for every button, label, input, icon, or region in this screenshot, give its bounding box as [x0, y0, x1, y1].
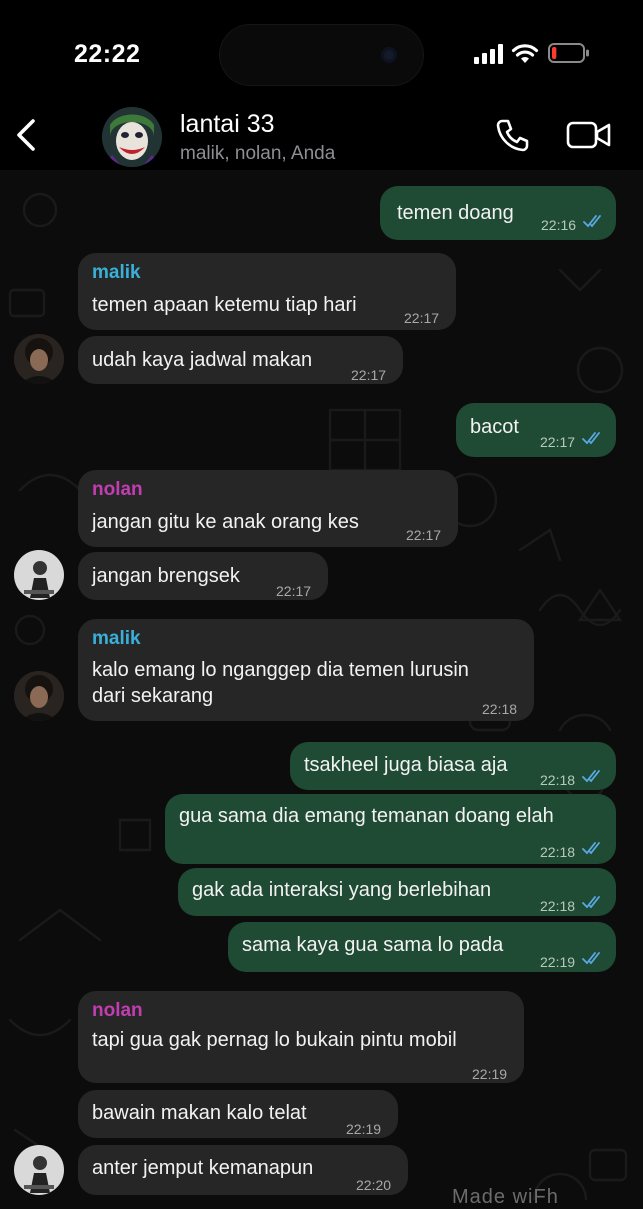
- message-text: gua sama dia emang temanan doang elah: [179, 805, 554, 827]
- watermark-text: Made wiFh: [452, 1186, 559, 1208]
- message-timestamp: 22:18: [540, 772, 576, 788]
- joker-avatar-image: [102, 107, 162, 167]
- chat-area[interactable]: temen doang 22:16 malik temen apaan ketemu …: [0, 170, 643, 1200]
- status-bar: 22:22: [0, 0, 643, 100]
- status-time: 22:22: [74, 40, 141, 68]
- message-sender[interactable]: malik: [92, 626, 141, 652]
- sender-avatar[interactable]: [14, 550, 64, 600]
- back-chevron-icon[interactable]: [14, 118, 38, 152]
- message-sender[interactable]: nolan: [92, 998, 143, 1024]
- video-camera-icon[interactable]: [566, 120, 612, 150]
- message-bubble-incoming[interactable]: nolan jangan gitu ke anak orang kes 22:17: [78, 470, 458, 547]
- phone-icon[interactable]: [496, 118, 530, 152]
- message-timestamp: 22:17: [404, 310, 440, 326]
- message-text: bawain makan kalo telat: [92, 1102, 307, 1124]
- read-receipt-icon: [582, 770, 600, 783]
- message-timestamp: 22:19: [346, 1121, 382, 1137]
- dynamic-island: [220, 25, 423, 85]
- wifi-icon: [511, 44, 539, 63]
- message-text: temen apaan ketemu tiap hari: [92, 294, 357, 316]
- message-text: jangan brengsek: [92, 565, 240, 587]
- message-timestamp: 22:19: [540, 954, 576, 970]
- message-sender[interactable]: malik: [92, 260, 141, 286]
- message-text: gak ada interaksi yang berlebihan: [192, 879, 492, 901]
- message-timestamp: 22:17: [351, 367, 387, 383]
- chat-header: lantai 33 malik, nolan, Anda: [0, 100, 643, 170]
- message-bubble-incoming[interactable]: bawain makan kalo telat 22:19: [78, 1090, 398, 1138]
- message-bubble-incoming[interactable]: udah kaya jadwal makan 22:17: [78, 336, 403, 384]
- message-timestamp: 22:20: [356, 1177, 392, 1193]
- message-bubble-outgoing[interactable]: temen doang 22:16: [380, 186, 616, 240]
- group-avatar[interactable]: [102, 107, 162, 167]
- read-receipt-icon: [583, 215, 601, 228]
- message-bubble-incoming[interactable]: nolan tapi gua gak pernag lo bukain pintu…: [78, 991, 524, 1083]
- message-bubble-incoming[interactable]: jangan brengsek 22:17: [78, 552, 328, 600]
- message-bubble-incoming[interactable]: anter jemput kemanapun 22:20: [78, 1145, 408, 1195]
- sender-avatar[interactable]: [14, 671, 64, 721]
- message-timestamp: 22:18: [540, 898, 576, 914]
- chat-title[interactable]: lantai 33: [180, 110, 275, 139]
- message-bubble-outgoing[interactable]: tsakheel juga biasa aja 22:18: [290, 742, 616, 790]
- message-sender[interactable]: nolan: [92, 477, 143, 503]
- message-text: temen doang: [397, 202, 514, 224]
- read-receipt-icon: [582, 952, 600, 965]
- message-timestamp: 22:18: [482, 701, 518, 717]
- battery-icon: [548, 43, 589, 63]
- message-text: jangan gitu ke anak orang kes: [92, 511, 359, 533]
- message-timestamp: 22:16: [541, 217, 577, 233]
- message-timestamp: 22:18: [540, 844, 576, 860]
- sender-avatar[interactable]: [14, 1145, 64, 1195]
- message-timestamp: 22:17: [276, 583, 312, 599]
- message-bubble-incoming[interactable]: malik kalo emang lo nganggep dia temen lu…: [78, 619, 534, 721]
- read-receipt-icon: [582, 842, 600, 855]
- message-text: anter jemput kemanapun: [92, 1157, 314, 1179]
- message-text: kalo emang lo nganggep dia temen lurusin…: [92, 659, 469, 707]
- message-bubble-outgoing[interactable]: bacot 22:17: [456, 403, 616, 457]
- message-text: tapi gua gak pernag lo bukain pintu mobi…: [92, 1029, 457, 1051]
- message-timestamp: 22:17: [406, 527, 442, 543]
- message-timestamp: 22:19: [472, 1066, 508, 1082]
- message-text: bacot: [470, 416, 519, 438]
- message-bubble-incoming[interactable]: malik temen apaan ketemu tiap hari 22:17: [78, 253, 456, 330]
- read-receipt-icon: [582, 896, 600, 909]
- message-text: udah kaya jadwal makan: [92, 349, 313, 371]
- message-timestamp: 22:17: [540, 434, 576, 450]
- message-text: sama kaya gua sama lo pada: [242, 934, 504, 956]
- message-bubble-outgoing[interactable]: gak ada interaksi yang berlebihan 22:18: [178, 868, 616, 916]
- sender-avatar[interactable]: [14, 334, 64, 384]
- message-text: tsakheel juga biasa aja: [304, 754, 508, 776]
- cellular-signal-icon: [474, 44, 503, 64]
- read-receipt-icon: [582, 432, 600, 445]
- message-bubble-outgoing[interactable]: sama kaya gua sama lo pada 22:19: [228, 922, 616, 972]
- front-camera: [381, 47, 397, 63]
- message-bubble-outgoing[interactable]: gua sama dia emang temanan doang elah 22:…: [165, 794, 616, 864]
- chat-members[interactable]: malik, nolan, Anda: [180, 143, 335, 165]
